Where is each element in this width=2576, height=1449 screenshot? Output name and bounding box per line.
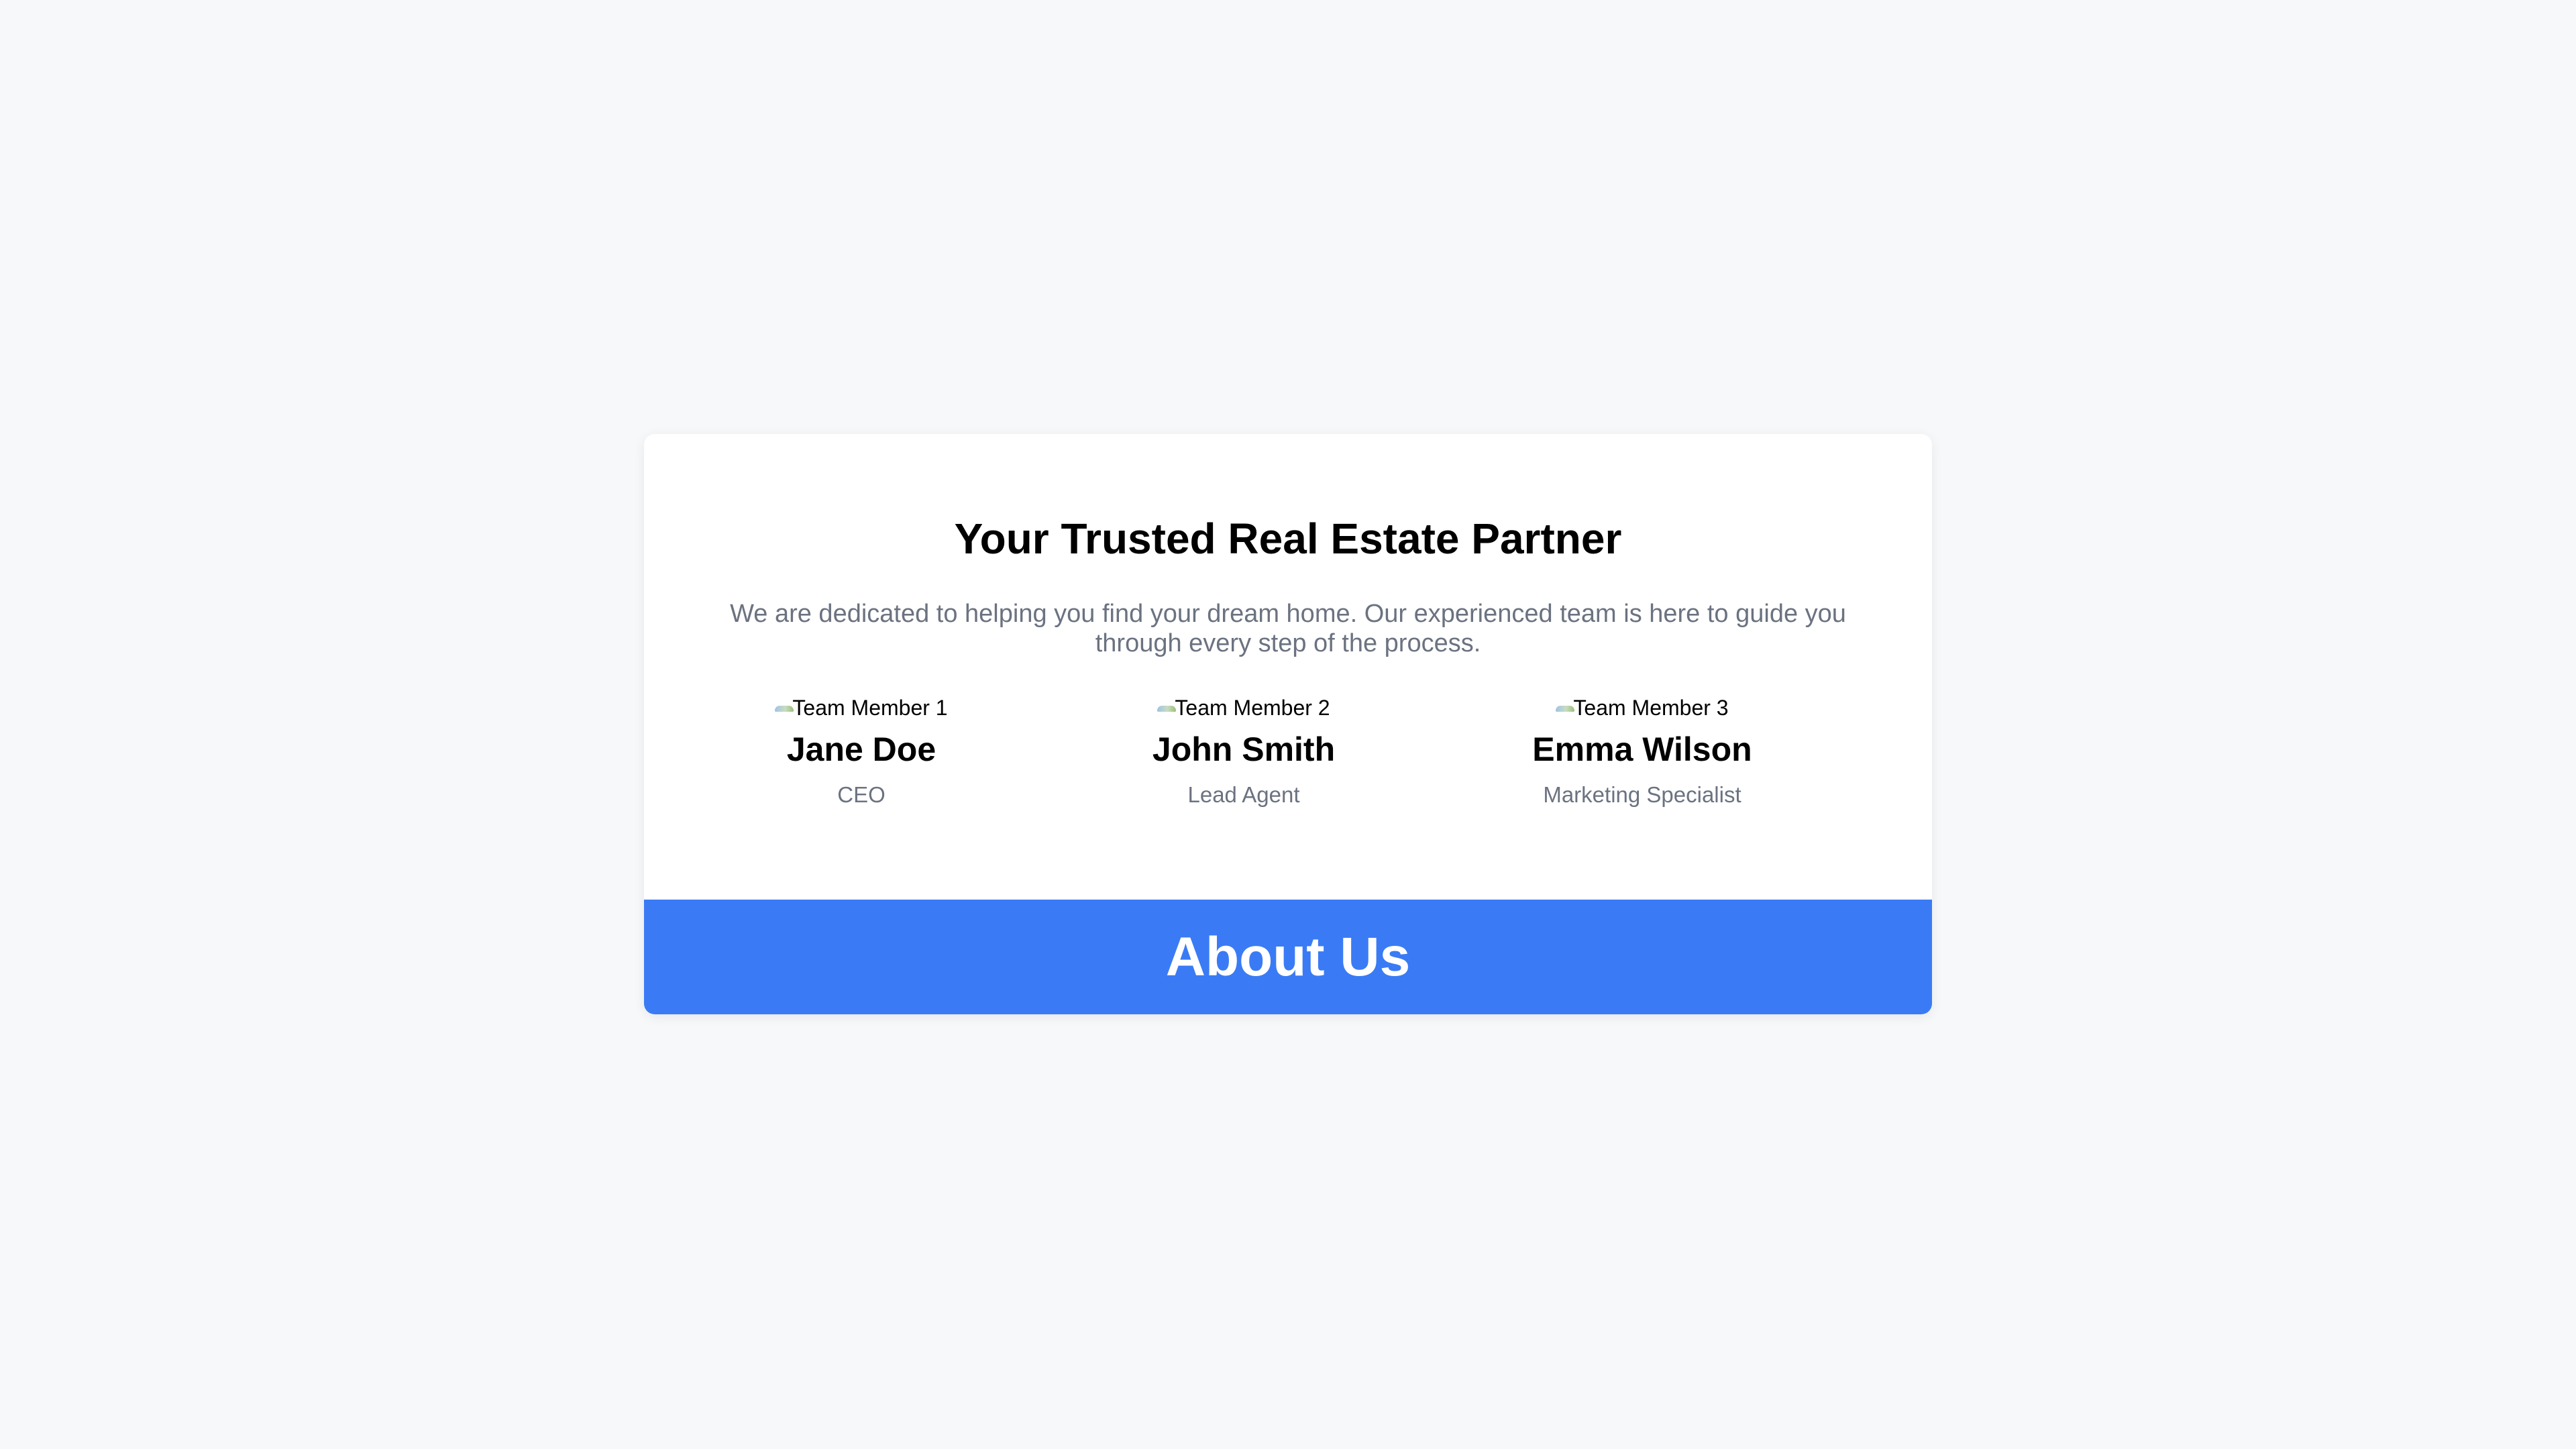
team-member-name: Jane Doe <box>786 731 936 768</box>
about-us-banner: About Us <box>644 900 1932 1014</box>
intro-description: We are dedicated to helping you find you… <box>730 600 1846 657</box>
team-member-name: Emma Wilson <box>1532 731 1752 768</box>
team-member-role: Marketing Specialist <box>1543 782 1741 807</box>
team-member-photo-alt: Team Member 3 <box>1573 696 1729 720</box>
team-member-photo: Team Member 3 <box>1556 694 1729 721</box>
team-member-photo-alt: Team Member 1 <box>792 696 948 720</box>
team-member-card: Team Member 3 Emma Wilson Marketing Spec… <box>1488 694 1796 808</box>
about-content: Your Trusted Real Estate Partner We are … <box>644 434 1932 900</box>
broken-image-icon <box>775 703 795 712</box>
team-member-role: CEO <box>837 782 885 807</box>
team-member-photo-alt: Team Member 2 <box>1175 696 1330 720</box>
team-member-card: Team Member 2 John Smith Lead Agent <box>1089 694 1398 808</box>
page-title: Your Trusted Real Estate Partner <box>954 515 1622 563</box>
team-member-photo: Team Member 1 <box>775 694 948 721</box>
team-member-name: John Smith <box>1152 731 1336 768</box>
team-member-role: Lead Agent <box>1187 782 1300 807</box>
team-member-card: Team Member 1 Jane Doe CEO <box>707 694 1016 808</box>
broken-image-icon <box>1157 703 1177 712</box>
team-member-photo: Team Member 2 <box>1157 694 1330 721</box>
broken-image-icon <box>1556 703 1576 712</box>
about-us-heading: About Us <box>1165 926 1411 987</box>
about-card: Your Trusted Real Estate Partner We are … <box>644 434 1932 1014</box>
